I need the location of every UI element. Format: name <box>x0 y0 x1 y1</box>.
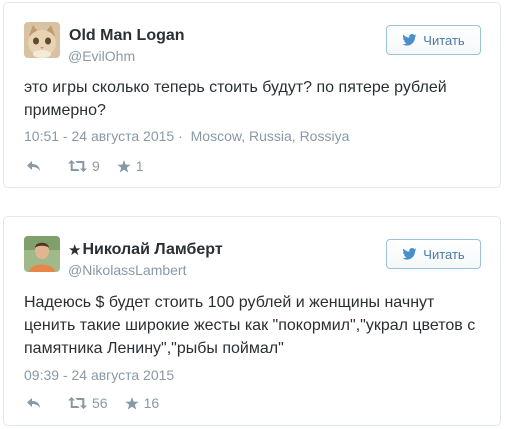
retweet-button[interactable]: 9 <box>68 158 100 174</box>
avatar[interactable] <box>24 236 60 272</box>
tweet-card: Old Man Logan @EvilOhm Читать это игры с… <box>3 2 501 188</box>
handle[interactable]: @NikolassLambert <box>68 262 186 278</box>
follow-button[interactable]: Читать <box>386 25 481 55</box>
follow-button[interactable]: Читать <box>386 239 481 269</box>
star-badge: ★ <box>68 241 82 259</box>
reply-icon <box>27 398 40 408</box>
star-icon <box>117 159 131 172</box>
reply-button[interactable] <box>26 397 41 409</box>
retweet-count: 9 <box>92 158 100 174</box>
handle[interactable]: @EvilOhm <box>68 48 135 64</box>
author-name-row[interactable]: Old Man Logan <box>68 27 185 45</box>
avatar[interactable] <box>24 22 60 58</box>
meta-separator: · <box>178 128 183 144</box>
display-name[interactable]: Old Man Logan <box>69 27 185 45</box>
retweet-icon <box>68 397 87 409</box>
tweet-meta: 10:51 - 24 августа 2015 · Moscow, Russia… <box>24 128 349 144</box>
display-name[interactable]: Николай Ламберт <box>82 241 222 259</box>
reply-button[interactable] <box>26 160 41 172</box>
twitter-bird-icon <box>402 248 417 260</box>
tweet-text: Надеюсь $ будет стоить 100 рублей и женщ… <box>24 294 476 357</box>
tweet-actions: 56 16 <box>26 395 159 411</box>
twitter-bird-icon <box>402 34 417 46</box>
like-count: 1 <box>135 158 144 174</box>
like-count: 16 <box>143 395 160 411</box>
timestamp[interactable]: 09:39 - 24 августа 2015 <box>24 367 174 383</box>
location[interactable]: Moscow, Russia, Rossiya <box>191 128 350 144</box>
author-name-row[interactable]: ★ Николай Ламберт <box>68 241 223 259</box>
star-icon <box>124 396 139 409</box>
tweet-meta: 09:39 - 24 августа 2015 <box>24 367 178 383</box>
retweet-count: 56 <box>92 395 108 411</box>
like-button[interactable]: 1 <box>117 158 144 174</box>
like-button[interactable]: 16 <box>124 395 160 411</box>
tweet-actions: 9 1 <box>26 158 144 174</box>
follow-button-label: Читать <box>423 246 465 262</box>
tweet-text: это игры сколько теперь стоить будут? по… <box>24 79 447 119</box>
tweet-card: ★ Николай Ламберт @NikolassLambert Читат… <box>3 216 501 426</box>
follow-button-label: Читать <box>423 32 465 48</box>
reply-icon <box>27 161 40 171</box>
timestamp[interactable]: 10:51 - 24 августа 2015 <box>24 128 174 144</box>
retweet-button[interactable]: 56 <box>68 395 108 411</box>
retweet-icon <box>68 160 87 172</box>
